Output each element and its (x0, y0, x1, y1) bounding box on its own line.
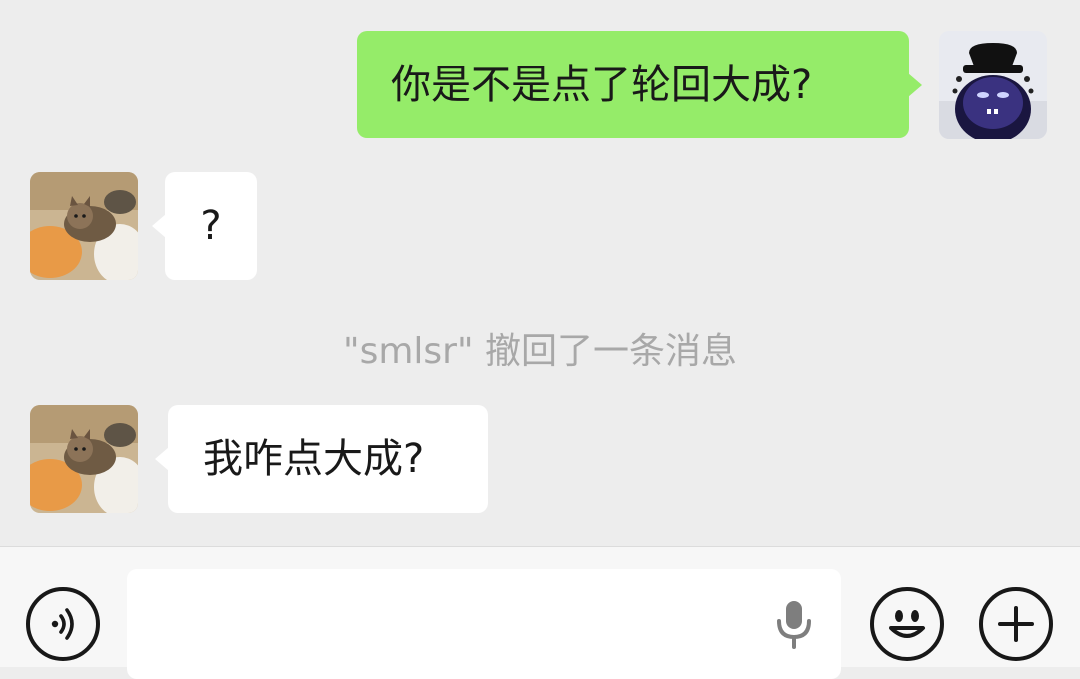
message-text: ? (200, 203, 222, 249)
message-input[interactable] (127, 569, 841, 679)
plus-icon (998, 606, 1034, 642)
recall-notice: "smlsr" 撤回了一条消息 (343, 331, 737, 372)
contact-message-bubble[interactable]: ? (152, 172, 257, 280)
voice-mode-button[interactable] (26, 587, 100, 661)
contact-message-bubble[interactable]: 我咋点大成? (155, 405, 488, 513)
input-bar (0, 546, 1080, 679)
contact-avatar[interactable] (30, 405, 138, 513)
my-message-bubble[interactable]: 你是不是点了轮回大成? (357, 31, 922, 138)
my-avatar[interactable] (939, 31, 1047, 139)
emoji-icon (889, 610, 925, 638)
purple-blob-top-hat-icon (939, 31, 1047, 139)
cat-photo-icon (30, 172, 138, 280)
emoji-button[interactable] (870, 587, 944, 661)
chat-area: 你是不是点了轮回大成? ? "smlsr" 撤回了一条消息 我咋点大成? (0, 0, 1080, 546)
cat-photo-icon (30, 405, 138, 513)
more-options-button[interactable] (979, 587, 1053, 661)
message-text: 我咋点大成? (203, 436, 425, 482)
contact-avatar[interactable] (30, 172, 138, 280)
message-text: 你是不是点了轮回大成? (391, 61, 813, 108)
voice-mode-icon (51, 608, 74, 640)
microphone-icon[interactable] (774, 599, 814, 651)
